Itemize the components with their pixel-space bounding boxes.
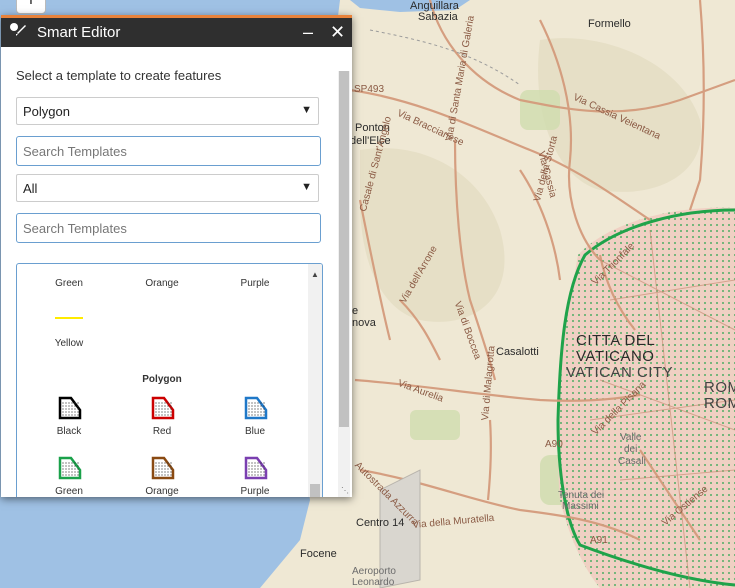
map-label: A91 [590,535,608,546]
map-label: Centro 14 [356,517,405,529]
panel-content: Select a template to create features Pol… [1,50,337,497]
polygon-purple-symbol-icon[interactable] [243,456,269,480]
panel-scrollbar[interactable] [338,71,350,497]
panel-scrollbar-thumb[interactable] [339,71,349,427]
map-label: Valle [620,432,642,443]
template-line-purple[interactable]: Purple [215,278,295,289]
map-label: nova [352,317,376,329]
map-label: ROM [704,379,735,396]
map-label: Sabazia [418,11,458,23]
map-label: Tenuta dei [558,490,605,501]
smart-editor-panel: Smart Editor – ✕ Select a template to cr… [1,15,352,497]
polygon-orange-symbol-icon[interactable] [150,456,176,480]
map-label: Formello [588,18,631,30]
scroll-up-arrow-icon[interactable]: ▲ [311,270,319,279]
map-label: Casali [618,456,646,467]
template-prompt: Select a template to create features [16,68,222,83]
search-templates-input-1[interactable]: Search Templates [16,136,321,166]
zoom-in-button[interactable]: + [16,0,46,14]
template-polygon-blue[interactable]: Blue [215,426,295,437]
map-label: Focene [300,548,337,560]
map-label: CITTA DEL [576,332,656,349]
filter-select[interactable]: All ▼ [16,174,319,202]
polygon-red-symbol-icon[interactable] [150,396,176,420]
map-label: Aeroporto [352,566,396,577]
close-button[interactable]: ✕ [330,18,345,47]
map-label: ROM [704,395,735,412]
panel-title: Smart Editor [37,24,121,41]
search-placeholder-1: Search Templates [23,144,127,159]
template-line-orange[interactable]: Orange [122,278,202,289]
layer-select[interactable]: Polygon ▼ [16,97,319,125]
chevron-down-icon: ▼ [301,104,312,116]
search-placeholder-2: Search Templates [23,221,127,236]
map-label: VATICAN CITY [566,364,674,381]
map-label: dei [624,444,638,455]
polygon-black-symbol-icon[interactable] [57,396,83,420]
map-label: Casalotti [496,346,539,358]
template-grid-scrollbar[interactable]: ▲ [308,264,322,497]
template-polygon-black[interactable]: Black [29,426,109,437]
resize-handle-icon[interactable]: ⋱ [341,486,349,495]
chevron-down-icon: ▼ [301,181,312,193]
map-label: VATICANO [576,348,655,365]
template-grid: Green Orange Purple Yellow Polygon Black… [16,263,323,497]
map-label: A90 [545,439,563,450]
smart-editor-icon [9,21,27,44]
map-label: SP493 [354,84,385,95]
search-templates-input-2[interactable]: Search Templates [16,213,321,243]
panel-titlebar[interactable]: Smart Editor – ✕ [1,18,352,47]
template-polygon-green[interactable]: Green [29,486,109,497]
polygon-green-symbol-icon[interactable] [57,456,83,480]
polygon-blue-symbol-icon[interactable] [243,396,269,420]
template-line-yellow[interactable]: Yellow [29,338,109,349]
template-line-green[interactable]: Green [29,278,109,289]
template-grid-scrollbar-thumb[interactable] [310,484,320,497]
template-polygon-orange[interactable]: Orange [122,486,202,497]
template-polygon-purple[interactable]: Purple [215,486,295,497]
minimize-button[interactable]: – [303,18,313,47]
map-label: e [352,305,359,317]
layer-select-value: Polygon [23,104,70,119]
template-polygon-red[interactable]: Red [122,426,202,437]
map-label: Massimi [562,501,599,512]
yellow-line-symbol-icon[interactable] [53,314,85,322]
map-label: Leonardo [352,577,395,588]
polygon-group-title: Polygon [142,374,182,385]
filter-select-value: All [23,181,38,196]
